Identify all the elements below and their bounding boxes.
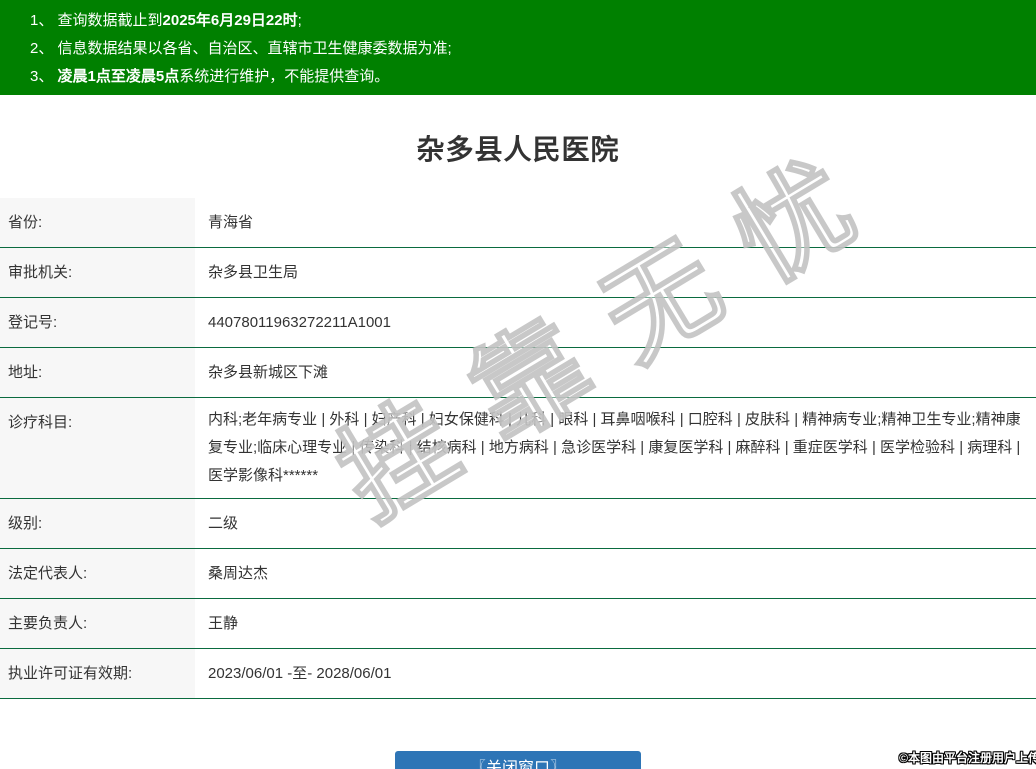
row-value: 44078011963272211A1001 xyxy=(208,314,391,331)
table-row-license-validity: 执业许可证有效期: 2023/06/01 -至- 2028/06/01 xyxy=(0,649,1036,699)
page-title: 杂多县人民医院 xyxy=(416,134,620,165)
row-value: 王静 xyxy=(208,615,239,632)
row-label: 法定代表人: xyxy=(0,549,195,598)
row-value: 桑周达杰 xyxy=(208,565,269,582)
table-row-medical-departments: 诊疗科目: 内科;老年病专业 | 外科 | 妇产科 | 妇女保健科 | 儿科 |… xyxy=(0,398,1036,499)
row-label: 地址: xyxy=(0,348,195,397)
row-value: 二级 xyxy=(208,515,239,532)
table-row-level: 级别: 二级 xyxy=(0,499,1036,549)
row-label: 执业许可证有效期: xyxy=(0,649,195,698)
table-row-approval-authority: 审批机关: 杂多县卫生局 xyxy=(0,248,1036,298)
row-label: 登记号: xyxy=(0,298,195,347)
row-value: 内科;老年病专业 | 外科 | 妇产科 | 妇女保健科 | 儿科 | 眼科 | … xyxy=(208,411,1021,484)
button-row: 〖关闭窗口〗 xyxy=(0,751,1036,769)
row-value: 2023/06/01 -至- 2028/06/01 xyxy=(208,665,392,682)
notice-line-2: 2、 信息数据结果以各省、自治区、直辖市卫生健康委数据为准; xyxy=(30,35,1036,63)
row-label: 主要负责人: xyxy=(0,599,195,648)
notice-text: 3、 xyxy=(30,68,58,85)
table-row-registration-number: 登记号: 44078011963272211A1001 xyxy=(0,298,1036,348)
notice-banner: 1、 查询数据截止到2025年6月29日22时; 2、 信息数据结果以各省、自治… xyxy=(0,0,1036,95)
notice-text: 1、 查询数据截止到 xyxy=(30,12,163,29)
notice-text: 2、 信息数据结果以各省、自治区、直辖市卫生健康委数据为准; xyxy=(30,40,452,57)
notice-line-1: 1、 查询数据截止到2025年6月29日22时; xyxy=(30,7,1036,35)
row-value: 杂多县新城区下滩 xyxy=(208,364,329,381)
notice-text: ; xyxy=(297,12,302,29)
notice-bold-text: 2025年6月29日22时 xyxy=(162,12,298,29)
table-row-legal-representative: 法定代表人: 桑周达杰 xyxy=(0,549,1036,599)
row-label: 级别: xyxy=(0,499,195,548)
table-row-address: 地址: 杂多县新城区下滩 xyxy=(0,348,1036,398)
row-value: 杂多县卫生局 xyxy=(208,264,299,281)
notice-bold-text: 凌晨1点至凌晨5点 xyxy=(57,68,180,85)
row-label: 审批机关: xyxy=(0,248,195,297)
notice-text: 系统进行维护，不能提供查询。 xyxy=(179,68,390,85)
row-value: 青海省 xyxy=(208,214,254,231)
table-row-province: 省份: 青海省 xyxy=(0,198,1036,248)
close-window-button[interactable]: 〖关闭窗口〗 xyxy=(395,751,641,769)
row-label: 诊疗科目: xyxy=(0,398,195,498)
copyright-note: ©本图由平台注册用户上传 xyxy=(899,751,1036,765)
row-label: 省份: xyxy=(0,198,195,247)
notice-line-3: 3、 凌晨1点至凌晨5点系统进行维护，不能提供查询。 xyxy=(30,63,1036,91)
hospital-info-table: 省份: 青海省 审批机关: 杂多县卫生局 登记号: 44078011963272… xyxy=(0,198,1036,699)
table-row-person-in-charge: 主要负责人: 王静 xyxy=(0,599,1036,649)
